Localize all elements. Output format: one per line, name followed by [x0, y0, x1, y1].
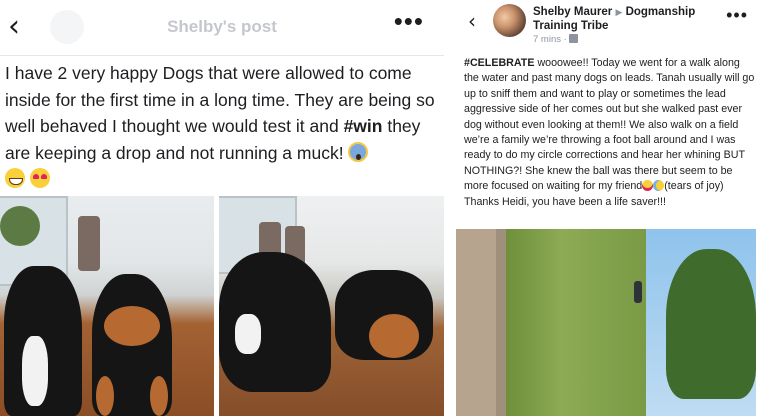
audience-icon — [569, 34, 579, 43]
author-name-link[interactable]: Shelby Maurer — [533, 6, 612, 18]
more-options-icon[interactable]: ••• — [394, 8, 424, 34]
hashtag-link[interactable]: #win — [344, 116, 383, 136]
scream-emoji-icon — [348, 141, 369, 162]
tree — [666, 249, 756, 399]
more-options-icon[interactable]: ••• — [726, 4, 748, 26]
person-in-distance — [634, 281, 642, 303]
heart-eyes-emoji-icon — [29, 168, 50, 188]
tan-leg — [150, 376, 168, 416]
post-header: ‹ Shelby's post ••• — [0, 0, 444, 56]
post-text: #CELEBRATE wooowee!! Today we went for a… — [464, 56, 756, 210]
plant — [0, 206, 40, 246]
heart-eyes-emoji-icon — [642, 180, 654, 192]
arrow-right-icon: ▶ — [615, 7, 623, 17]
right-post-panel: ‹ Shelby Maurer ▶ Dogmanship Training Tr… — [448, 0, 764, 416]
post-meta: 7 mins · — [533, 34, 579, 45]
dogs-photo-right[interactable] — [219, 196, 444, 416]
avatar[interactable] — [493, 4, 526, 37]
park-video[interactable] — [456, 229, 756, 416]
white-chest — [235, 314, 261, 354]
tan-leg — [96, 376, 114, 416]
meta-separator: · — [563, 34, 567, 45]
hashtag-link[interactable]: #CELEBRATE — [464, 57, 534, 69]
left-post-panel: ‹ Shelby's post ••• I have 2 very happy … — [0, 0, 444, 416]
chair — [78, 216, 100, 271]
tan-face — [104, 306, 160, 346]
timestamp[interactable]: 7 mins — [533, 34, 561, 45]
post-author-line: Shelby Maurer ▶ Dogmanship Training Trib… — [533, 5, 723, 33]
tan-face — [369, 314, 419, 358]
post-text: I have 2 very happy Dogs that were allow… — [5, 60, 437, 193]
white-chest — [22, 336, 48, 406]
tears-of-joy-emoji-icon — [653, 180, 665, 192]
page-title: Shelby's post — [167, 17, 277, 36]
dogs-photo-left[interactable] — [0, 196, 214, 416]
back-arrow-icon[interactable]: ‹ — [468, 10, 476, 32]
grass-field — [506, 229, 646, 416]
post-body: wooowee!! Today we went for a walk along… — [464, 57, 755, 193]
grin-emoji-icon — [5, 168, 25, 188]
